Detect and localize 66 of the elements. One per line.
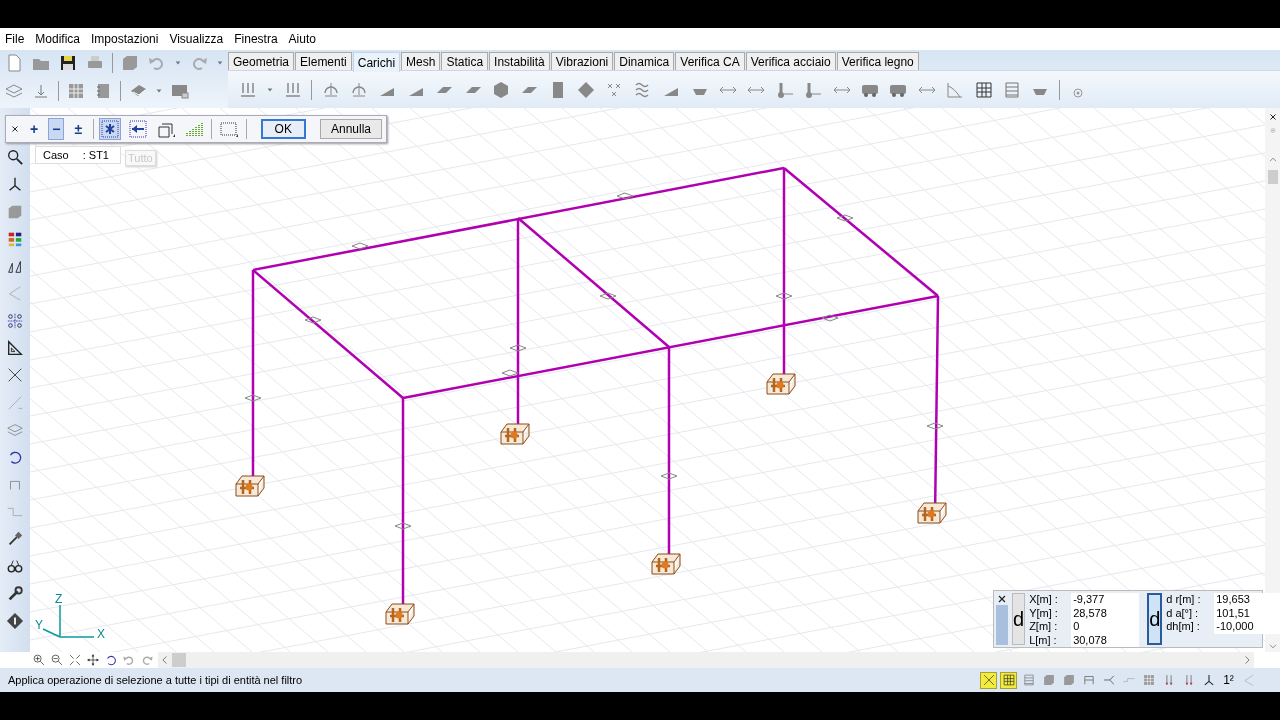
coord-value: -10,000 (1214, 620, 1280, 634)
mode-button[interactable]: d (1012, 593, 1026, 645)
select-all-icon[interactable] (99, 118, 122, 140)
axis-triad-icon (42, 604, 95, 638)
tab[interactable]: Statica (441, 52, 489, 70)
coord-value: 0 (1071, 620, 1140, 634)
tab[interactable]: Mesh (401, 52, 441, 70)
tab[interactable]: Dinamica (614, 52, 675, 70)
mode-button[interactable]: d (1147, 593, 1163, 645)
tab[interactable]: Verifica legno (836, 52, 919, 70)
menu-item[interactable]: Aiuto (288, 32, 322, 46)
cross-icon[interactable] (980, 671, 997, 689)
axis-label: Z (55, 592, 63, 606)
case-label: Caso (43, 149, 69, 161)
close-icon[interactable] (1267, 112, 1278, 122)
dialog-button[interactable]: OK (260, 119, 306, 139)
status-toggle[interactable]: 1² (1220, 671, 1237, 689)
dialog-button[interactable]: Annulla (319, 119, 382, 139)
coord-label: d a[°] : (1166, 606, 1200, 620)
coord-label: Y[m] : (1029, 606, 1059, 620)
tab[interactable]: Vibrazioni (550, 52, 614, 70)
axis-label: X (97, 627, 105, 641)
close-icon[interactable] (996, 593, 1008, 605)
panel-strip (996, 605, 1008, 645)
menu-item[interactable]: Modifica (35, 32, 87, 46)
tab[interactable]: Elementi (295, 52, 352, 70)
menu-item[interactable]: Finestra (234, 32, 284, 46)
tab[interactable]: Verifica CA (675, 52, 745, 70)
menu-item[interactable]: Impostazioni (91, 32, 165, 46)
cube-icon[interactable] (120, 53, 140, 73)
diamond-icon[interactable] (576, 79, 597, 100)
filter-tool[interactable]: − (48, 118, 65, 140)
rotate-icon[interactable] (104, 653, 118, 667)
zoom-icon[interactable] (6, 148, 24, 166)
coord-value: -9,377 (1071, 593, 1140, 607)
pan-icon[interactable] (86, 653, 100, 667)
grid-icon[interactable] (1000, 671, 1017, 689)
coord-label: L[m] : (1029, 633, 1058, 647)
zoom-in-icon[interactable] (32, 653, 46, 667)
table-icon[interactable] (66, 81, 86, 101)
fit-icon[interactable] (68, 653, 82, 667)
status-message: Applica operazione di selezione a tutte i tipi di entità nel filtro (8, 674, 304, 686)
filter-tool[interactable]: + (25, 118, 43, 140)
wrench-icon[interactable] (6, 584, 24, 603)
filter-tool[interactable]: ± (70, 118, 87, 140)
coord-label: dh[m] : (1166, 620, 1201, 634)
nodes-icon[interactable] (6, 311, 24, 330)
save-icon[interactable] (58, 53, 78, 73)
coord-label: d r[m] : (1166, 593, 1202, 607)
menu-item[interactable]: Visualizza (169, 32, 230, 46)
tab[interactable]: Verifica acciaio (745, 52, 836, 70)
case-value: : ST1 (82, 149, 109, 161)
coord-value: 19,653 (1214, 593, 1280, 607)
menu-item[interactable]: File (5, 32, 31, 46)
coord-label: X[m] : (1029, 593, 1059, 607)
arrow-left-icon[interactable] (127, 118, 150, 140)
scrollbar-thumb[interactable] (172, 653, 186, 667)
tab[interactable]: Carichi (352, 52, 401, 72)
tab[interactable]: Geometria (228, 52, 295, 70)
coord-label: Z[m] : (1029, 620, 1059, 634)
axis-label: Y (35, 618, 43, 632)
info-icon[interactable] (6, 612, 24, 631)
scrollbar-thumb[interactable] (1267, 170, 1278, 184)
grid-icon[interactable] (973, 79, 994, 100)
tab[interactable]: Instabilità (489, 52, 550, 70)
zoom-out-icon[interactable] (50, 653, 64, 667)
